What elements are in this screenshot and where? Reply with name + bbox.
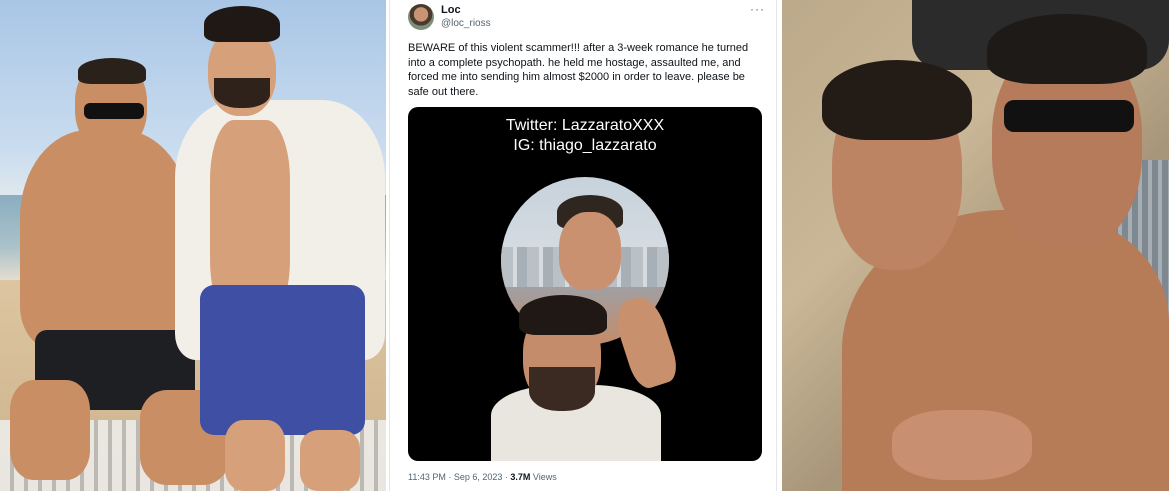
media-caption-ig: IG: thiago_lazzarato — [513, 137, 657, 154]
tweet-meta: 11:43 PM · Sep 6, 2023 · 3.7M Views — [408, 472, 557, 482]
tweet-text: BEWARE of this violent scammer!!! after … — [408, 42, 749, 98]
hair-left — [822, 60, 972, 140]
selfie-photo — [483, 267, 683, 461]
hair — [519, 295, 607, 335]
more-icon[interactable]: ··· — [750, 2, 765, 16]
pointing-hand — [610, 292, 682, 392]
person-right-hair — [204, 6, 280, 42]
person-left-leg — [10, 380, 90, 480]
person-right-leg-2 — [300, 430, 360, 491]
tweet-time[interactable]: 11:43 PM · Sep 6, 2023 · — [408, 472, 510, 482]
views-label: Views — [530, 472, 557, 482]
beard — [214, 78, 270, 108]
sunglasses — [1004, 100, 1134, 132]
sunglasses — [84, 103, 144, 119]
avatar[interactable] — [408, 4, 434, 30]
views-count: 3.7M — [510, 472, 531, 482]
blue-shorts — [200, 285, 365, 435]
hand — [892, 410, 1032, 480]
person-right-leg — [225, 420, 285, 491]
left-photo — [0, 0, 386, 491]
person-left-torso — [20, 130, 190, 350]
tweet-card[interactable]: Loc @loc_rioss ··· BEWARE of this violen… — [389, 0, 777, 491]
tweet-media[interactable]: Twitter: LazzaratoXXX IG: thiago_lazzara… — [408, 107, 762, 461]
author-name[interactable]: Loc — [441, 4, 461, 16]
person-left-hair — [78, 58, 146, 84]
beard — [529, 367, 595, 411]
right-photo — [782, 0, 1169, 491]
hair-right — [987, 14, 1147, 84]
author-handle[interactable]: @loc_rioss — [441, 18, 491, 29]
media-caption-twitter: Twitter: LazzaratoXXX — [505, 117, 665, 134]
